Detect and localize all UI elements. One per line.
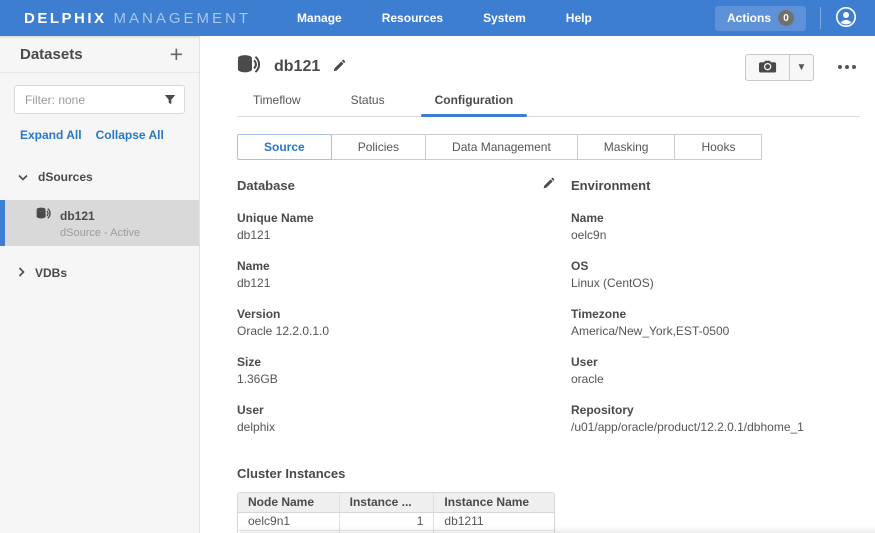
brand-delphix: DELPHIX [24,10,107,27]
cluster-instances-table: Node Name Instance ... Instance Name oel… [237,492,555,533]
edit-database-button[interactable] [542,177,555,193]
tree-group-vdbs[interactable]: VDBs [0,256,199,290]
actions-button[interactable]: Actions 0 [715,6,806,31]
snapshot-dropdown-button[interactable]: ▼ [789,54,814,81]
environment-section-title: Environment [571,178,650,193]
brand-management: MANAGEMENT [114,10,252,27]
subtab-hooks[interactable]: Hooks [674,134,762,160]
expand-all-link[interactable]: Expand All [20,128,82,142]
ellipsis-icon [838,65,842,69]
nav-right: Actions 0 [715,4,865,33]
nav-item-system[interactable]: System [483,11,526,25]
field-environment-user: User oracle [571,355,860,386]
brand-logo: DELPHIX MANAGEMENT [24,10,251,27]
main-tabs: Timeflow Status Configuration [237,87,860,117]
configuration-subtabs: Source Policies Data Management Masking … [237,134,860,160]
actions-button-label: Actions [727,11,771,25]
add-dataset-button[interactable]: + [170,43,183,66]
tree-item-db121[interactable]: db121 dSource - Active [0,200,199,246]
pencil-icon [542,177,555,193]
more-options-button[interactable] [834,61,860,73]
top-nav: DELPHIX MANAGEMENT Manage Resources Syst… [0,0,875,36]
field-size: Size 1.36GB [237,355,555,386]
nav-item-help[interactable]: Help [566,11,592,25]
tree-group-label: VDBs [35,266,67,280]
nav-item-resources[interactable]: Resources [382,11,443,25]
database-section-title: Database [237,178,295,193]
tab-timeflow[interactable]: Timeflow [237,87,317,116]
tree-item-status: dSource - Active [60,227,199,239]
datasets-sidebar: Datasets + Expand All Collapse All [0,36,200,533]
tree-item-name: db121 [60,209,95,223]
cluster-instances-title: Cluster Instances [237,466,345,481]
subtab-policies[interactable]: Policies [331,134,426,160]
sidebar-title: Datasets [20,46,83,63]
subtab-masking[interactable]: Masking [577,134,676,160]
header-actions: ▼ [745,54,860,81]
tree-group-dsources[interactable]: dSources [0,160,199,194]
nav-menu: Manage Resources System Help [297,11,592,25]
plus-icon: + [170,41,183,67]
tab-status[interactable]: Status [335,87,401,116]
delphix-management-app: DELPHIX MANAGEMENT Manage Resources Syst… [0,0,875,533]
user-avatar-icon [835,6,857,31]
filter-input[interactable] [14,85,185,114]
snapshot-split-button: ▼ [745,54,814,81]
main-panel: db121 [200,36,875,533]
pencil-icon [332,59,346,76]
filter-row [0,73,199,114]
field-name: Name db121 [237,259,555,290]
database-section: Database Unique Name db121 [237,176,555,533]
cluster-instances-section: Cluster Instances Node Name Instance ...… [237,465,555,533]
field-repository: Repository /u01/app/oracle/product/12.2.… [571,403,860,434]
collapse-all-link[interactable]: Collapse All [96,128,164,142]
actions-count-badge: 0 [778,10,794,26]
chevron-right-icon [18,264,25,282]
field-unique-name: Unique Name db121 [237,211,555,242]
selected-indicator [0,200,5,246]
datasets-tree: dSources db121 [0,160,199,290]
tree-group-label: dSources [38,170,93,184]
caret-down-icon: ▼ [797,62,807,73]
subtab-source[interactable]: Source [237,134,332,160]
dsource-icon [237,54,262,80]
environment-section: Environment Name oelc9n OS Linux (CentOS… [571,176,860,533]
field-version: Version Oracle 12.2.0.1.0 [237,307,555,338]
sidebar-links: Expand All Collapse All [0,114,199,142]
main-header: db121 [237,36,860,82]
col-header-instance-number[interactable]: Instance ... [339,493,434,512]
nav-divider [820,7,821,29]
field-os: OS Linux (CentOS) [571,259,860,290]
user-menu-button[interactable] [833,4,865,33]
edit-name-button[interactable] [332,59,346,76]
field-timezone: Timezone America/New_York,EST-0500 [571,307,860,338]
sidebar-header: Datasets + [0,36,199,73]
filter-funnel-icon[interactable] [164,93,176,111]
field-database-user: User delphix [237,403,555,434]
chevron-down-icon [18,168,28,186]
tab-configuration[interactable]: Configuration [419,87,530,116]
source-content: Database Unique Name db121 [237,176,860,533]
nav-item-manage[interactable]: Manage [297,11,342,25]
dsource-icon [36,207,52,225]
page-title: db121 [274,58,320,76]
col-header-node-name[interactable]: Node Name [238,493,339,512]
table-row[interactable]: oelc9n1 1 db1211 [238,512,554,530]
field-environment-name: Name oelc9n [571,211,860,242]
app-body: Datasets + Expand All Collapse All [0,36,875,533]
subtab-data-management[interactable]: Data Management [425,134,578,160]
col-header-instance-name[interactable]: Instance Name [434,493,554,512]
camera-icon [759,59,777,76]
snapshot-button[interactable] [745,54,790,81]
